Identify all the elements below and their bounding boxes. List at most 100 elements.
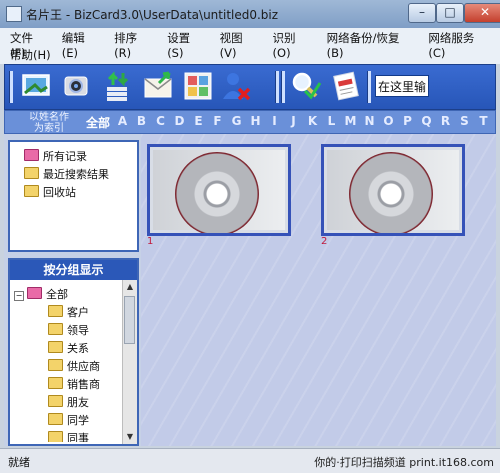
alpha-letter-k[interactable]: K [303, 114, 322, 131]
status-bar: 就绪 你的·打印扫描频道 print.it168.com [0, 448, 500, 473]
menu-sort[interactable]: 排序(R) [110, 30, 157, 60]
alpha-letter-d[interactable]: D [170, 114, 189, 131]
toolbar: 在这里输 [4, 64, 496, 110]
close-button[interactable]: ✕ [464, 3, 500, 23]
scroll-thumb[interactable] [124, 296, 135, 344]
maximize-button[interactable]: □ [436, 3, 464, 23]
group-item-leader[interactable]: 领导 [48, 322, 89, 338]
menu-edit[interactable]: 编辑(E) [58, 30, 104, 60]
card-number: 1 [147, 236, 154, 247]
group-item-colleague[interactable]: 同事 [48, 430, 89, 442]
group-item-distributor[interactable]: 销售商 [48, 376, 100, 392]
tree-item-recent-search[interactable]: 最近搜索结果 [24, 166, 109, 182]
alpha-letter-p[interactable]: P [398, 114, 417, 131]
alpha-letter-q[interactable]: Q [417, 114, 436, 131]
card-number: 2 [321, 236, 328, 247]
search-input[interactable]: 在这里输 [375, 75, 429, 97]
group-root[interactable]: − 全部 [14, 286, 68, 302]
group-item-supplier[interactable]: 供应商 [48, 358, 100, 374]
scan-button[interactable] [19, 69, 53, 103]
card-view-area: 1 2 [141, 134, 496, 446]
alpha-letter-s[interactable]: S [455, 114, 474, 131]
alpha-letter-o[interactable]: O [379, 114, 398, 131]
pink-folder-icon [24, 149, 39, 161]
folder-icon [48, 305, 63, 317]
alpha-letter-f[interactable]: F [208, 114, 227, 131]
mail-button[interactable] [141, 69, 175, 103]
business-card-thumbnail[interactable] [321, 144, 465, 236]
menu-view[interactable]: 视图(V) [216, 30, 263, 60]
tree-item-label: 回收站 [43, 186, 76, 199]
alpha-letter-j[interactable]: J [284, 114, 303, 131]
scan-icon [22, 74, 50, 96]
group-item-label: 同事 [67, 432, 89, 442]
tree-item-all-records[interactable]: 所有记录 [24, 148, 87, 164]
group-item-label: 客户 [67, 306, 89, 319]
group-item-label: 关系 [67, 342, 89, 355]
alpha-letter-h[interactable]: H [246, 114, 265, 131]
scroll-up-icon[interactable]: ▲ [124, 281, 136, 293]
mail-icon [144, 71, 172, 98]
delete-user-icon [223, 73, 251, 101]
vcard-button[interactable] [329, 69, 363, 103]
folder-icon [24, 185, 39, 197]
app-icon [6, 6, 22, 22]
toolbar-separator [275, 71, 279, 103]
search-icon [292, 72, 322, 100]
alpha-letter-n[interactable]: N [360, 114, 379, 131]
record-tree-panel: 所有记录 最近搜索结果 回收站 [8, 140, 139, 252]
group-item-friend[interactable]: 朋友 [48, 394, 89, 410]
alpha-letter-a[interactable]: A [113, 114, 132, 131]
group-item-customer[interactable]: 客户 [48, 304, 89, 320]
business-card-thumbnail[interactable] [147, 144, 291, 236]
alpha-letter-m[interactable]: M [341, 114, 360, 131]
minimize-button[interactable]: – [408, 3, 436, 23]
alphabet-index-bar: 以姓名作 为索引 全部 A B C D E F G H I J K L M N … [4, 110, 496, 134]
group-item-label: 销售商 [67, 378, 100, 391]
import-export-icon [107, 71, 129, 101]
alpha-all[interactable]: 全部 [83, 114, 113, 131]
group-scrollbar[interactable]: ▲ ▼ [122, 280, 137, 444]
vcard-icon [333, 71, 359, 101]
group-item-relation[interactable]: 关系 [48, 340, 89, 356]
menu-bar: 文件(F) 编辑(E) 排序(R) 设置(S) 视图(V) 识别(O) 网络备份… [0, 28, 500, 64]
tree-item-recycle-bin[interactable]: 回收站 [24, 184, 76, 200]
menu-network-service[interactable]: 网络服务(C) [424, 30, 494, 60]
delete-user-button[interactable] [219, 69, 253, 103]
group-item-label: 同学 [67, 414, 89, 427]
alpha-letter-r[interactable]: R [436, 114, 455, 131]
alpha-letter-g[interactable]: G [227, 114, 246, 131]
group-header: 按分组显示 [10, 260, 137, 280]
window-title: 名片王 - BizCard3.0\UserData\untitled0.biz [26, 8, 279, 22]
group-item-classmate[interactable]: 同学 [48, 412, 89, 428]
folder-icon [48, 359, 63, 371]
alpha-letter-b[interactable]: B [132, 114, 151, 131]
menu-help[interactable]: 帮助(H) [6, 47, 55, 63]
folder-icon [24, 167, 39, 179]
alpha-letter-e[interactable]: E [189, 114, 208, 131]
group-item-label: 朋友 [67, 396, 89, 409]
menu-recognize[interactable]: 识别(O) [269, 30, 317, 60]
group-panel: 按分组显示 − 全部 客户 领导 关系 供应商 销售商 朋友 同学 同事 ▲ ▼ [8, 258, 139, 446]
toolbar-separator [9, 71, 13, 103]
alpha-letter-t[interactable]: T [474, 114, 493, 131]
collapse-icon[interactable]: − [14, 291, 24, 301]
sort-by-name-label[interactable]: 以姓名作 为索引 [19, 112, 79, 134]
disc-image [175, 152, 259, 233]
menu-backup[interactable]: 网络备份/恢复(B) [323, 30, 419, 60]
toolbar-separator [281, 71, 285, 103]
folder-icon [48, 431, 63, 442]
import-export-button[interactable] [101, 69, 135, 103]
card-image [153, 150, 285, 233]
title-bar: 名片王 - BizCard3.0\UserData\untitled0.biz … [0, 0, 500, 29]
alpha-letter-l[interactable]: L [322, 114, 341, 131]
status-text: 就绪 [8, 456, 30, 469]
disc-image [349, 152, 433, 233]
search-button[interactable] [289, 69, 323, 103]
camera-button[interactable] [59, 69, 93, 103]
image-grid-button[interactable] [181, 69, 215, 103]
alpha-letter-i[interactable]: I [265, 114, 284, 131]
alpha-letter-c[interactable]: C [151, 114, 170, 131]
menu-settings[interactable]: 设置(S) [163, 30, 209, 60]
scroll-down-icon[interactable]: ▼ [124, 431, 136, 443]
